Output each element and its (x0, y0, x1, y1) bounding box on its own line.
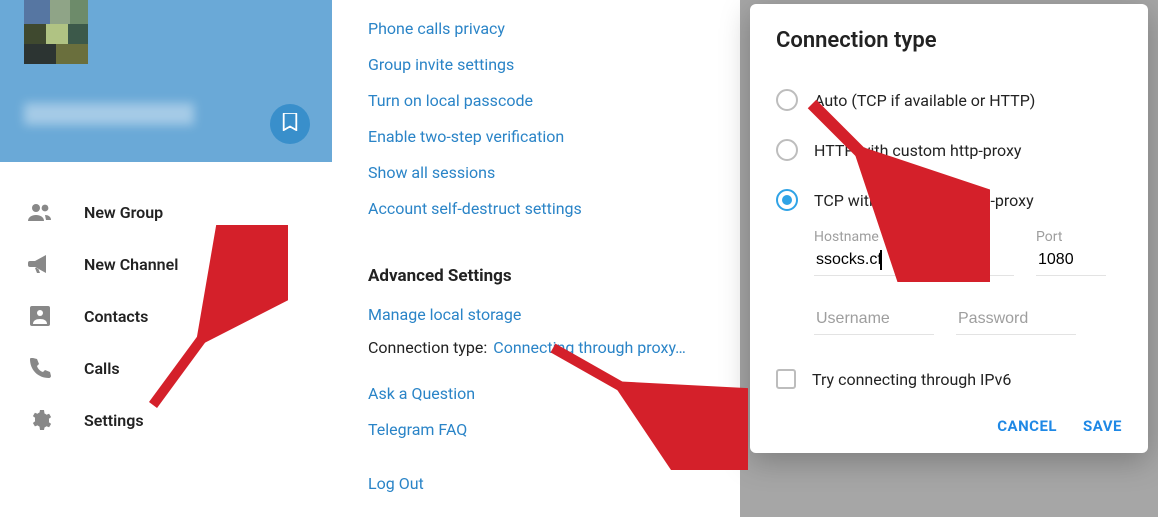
save-button[interactable]: SAVE (1083, 417, 1122, 435)
hostname-input[interactable] (814, 247, 1014, 276)
radio-option-socks5-proxy[interactable]: TCP with custom socks5-proxy (776, 175, 1122, 225)
radio-icon (776, 139, 798, 161)
people-icon (26, 198, 54, 226)
password-input[interactable] (956, 306, 1076, 335)
settings-panel: Phone calls privacy Group invite setting… (368, 10, 748, 501)
link-self-destruct[interactable]: Account self-destruct settings (368, 190, 748, 226)
gear-icon (26, 406, 54, 434)
radio-label: TCP with custom socks5-proxy (814, 191, 1034, 210)
hostname-label: Hostname (814, 229, 1014, 245)
username-input[interactable] (814, 306, 934, 335)
radio-option-auto[interactable]: Auto (TCP if available or HTTP) (776, 75, 1122, 125)
hostname-field: Hostname (814, 229, 1014, 276)
person-icon (26, 302, 54, 330)
avatar (24, 0, 88, 64)
advanced-settings-heading: Advanced Settings (368, 266, 748, 286)
sidebar-item-calls[interactable]: Calls (0, 342, 332, 394)
sidebar-item-contacts[interactable]: Contacts (0, 290, 332, 342)
link-manage-storage[interactable]: Manage local storage (368, 296, 748, 332)
sidebar: New Group New Channel Contacts Calls Set… (0, 0, 332, 517)
radio-label: HTTP with custom http-proxy (814, 141, 1021, 160)
link-phone-calls-privacy[interactable]: Phone calls privacy (368, 10, 748, 46)
connection-type-row: Connection type: Connecting through prox… (368, 338, 748, 357)
link-ask-question[interactable]: Ask a Question (368, 375, 748, 411)
ipv6-checkbox-row[interactable]: Try connecting through IPv6 (776, 369, 1122, 389)
sidebar-item-new-channel[interactable]: New Channel (0, 238, 332, 290)
sidebar-item-label: New Group (84, 203, 163, 222)
link-local-passcode[interactable]: Turn on local passcode (368, 82, 748, 118)
radio-icon (776, 89, 798, 111)
saved-messages-button[interactable] (270, 104, 310, 144)
checkbox-icon (776, 369, 796, 389)
sidebar-item-settings[interactable]: Settings (0, 394, 332, 446)
link-log-out[interactable]: Log Out (368, 465, 748, 501)
modal-overlay: Connection type Auto (TCP if available o… (740, 0, 1158, 517)
ipv6-label: Try connecting through IPv6 (812, 370, 1011, 389)
sidebar-item-label: Calls (84, 359, 120, 378)
link-show-sessions[interactable]: Show all sessions (368, 154, 748, 190)
text-caret (880, 250, 882, 270)
phone-icon (26, 354, 54, 382)
cancel-button[interactable]: CANCEL (997, 417, 1057, 435)
dialog-title: Connection type (776, 28, 1122, 53)
sidebar-item-label: Contacts (84, 307, 148, 326)
radio-icon-selected (776, 189, 798, 211)
connection-type-label: Connection type: (368, 338, 487, 357)
port-input[interactable] (1036, 247, 1106, 276)
sidebar-menu: New Group New Channel Contacts Calls Set… (0, 162, 332, 446)
port-field: Port (1036, 229, 1106, 276)
link-group-invite-settings[interactable]: Group invite settings (368, 46, 748, 82)
connection-type-value[interactable]: Connecting through proxy… (493, 338, 686, 357)
link-two-step-verification[interactable]: Enable two-step verification (368, 118, 748, 154)
port-label: Port (1036, 229, 1106, 245)
profile-header (0, 0, 332, 162)
sidebar-item-new-group[interactable]: New Group (0, 186, 332, 238)
radio-label: Auto (TCP if available or HTTP) (814, 91, 1035, 110)
connection-type-dialog: Connection type Auto (TCP if available o… (750, 4, 1148, 453)
megaphone-icon (26, 250, 54, 278)
bookmark-icon (282, 113, 298, 135)
radio-option-http-proxy[interactable]: HTTP with custom http-proxy (776, 125, 1122, 175)
sidebar-item-label: New Channel (84, 255, 178, 274)
link-telegram-faq[interactable]: Telegram FAQ (368, 411, 748, 447)
sidebar-item-label: Settings (84, 411, 144, 430)
profile-name-blurred (24, 103, 194, 125)
